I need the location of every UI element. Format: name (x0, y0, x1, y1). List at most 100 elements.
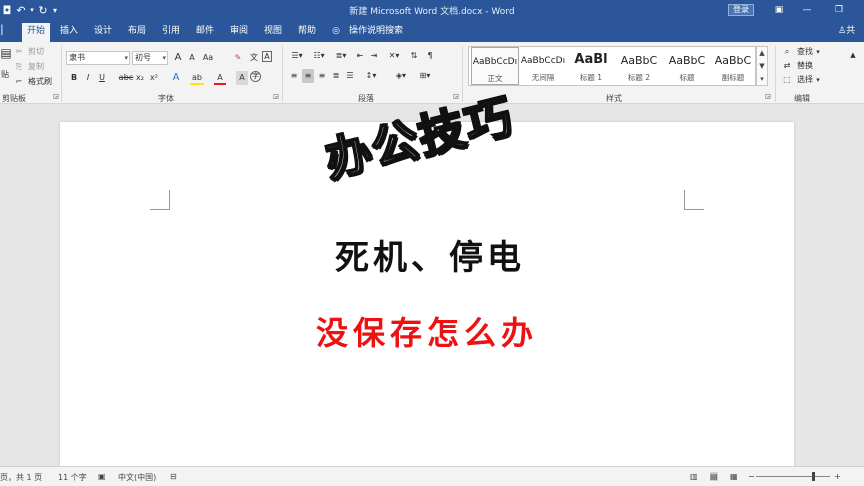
redo-icon[interactable]: ↻ (36, 4, 50, 17)
numbering-icon[interactable]: ☷▾ (310, 49, 328, 63)
undo-dropdown-icon[interactable]: ▾ (28, 6, 36, 14)
tab-help[interactable]: 帮助 (294, 23, 320, 42)
borders-icon[interactable]: ⊞▾ (416, 69, 434, 83)
restore-icon[interactable]: ❐ (830, 2, 848, 18)
document-line-1[interactable]: 死机、停电 (290, 230, 570, 279)
justify-icon[interactable]: ≣ (330, 69, 342, 83)
more-styles-icon[interactable]: ▾ (757, 73, 767, 86)
cut-icon[interactable]: ✂ (14, 45, 24, 59)
accessibility-icon[interactable]: ⊟ (170, 472, 177, 481)
font-color-button[interactable]: A (214, 71, 226, 85)
tab-view[interactable]: 视图 (260, 23, 286, 42)
zoom-slider-track[interactable] (756, 476, 830, 477)
paste-label[interactable]: 贴 (0, 68, 10, 82)
decrease-indent-icon[interactable]: ⇤ (354, 49, 366, 63)
bold-button[interactable]: B (68, 71, 80, 85)
copy-label[interactable]: 复制 (26, 60, 46, 74)
style-item[interactable]: AaBbC 标题 (663, 47, 711, 85)
proofing-icon[interactable]: ▣ (98, 472, 106, 481)
style-item[interactable]: AaBbC 标题 2 (615, 47, 663, 85)
ribbon-display-options-icon[interactable]: ▣ (770, 2, 788, 18)
char-border-button[interactable]: A (262, 51, 272, 62)
font-size-select[interactable]: 初号 ▾ (132, 51, 168, 65)
word-count[interactable]: 11 个字 (58, 472, 87, 483)
select-icon[interactable]: ⬚ (782, 73, 792, 87)
copy-icon[interactable]: ⎘ (14, 60, 24, 74)
paste-icon[interactable]: ▤ (0, 46, 12, 68)
tab-design[interactable]: 设计 (90, 23, 116, 42)
style-item[interactable]: AaBbC 副标题 (709, 47, 757, 85)
replace-icon[interactable]: ⇄ (782, 59, 792, 73)
tab-mailings[interactable]: 邮件 (192, 23, 218, 42)
sort-icon[interactable]: ⇅ (408, 49, 420, 63)
find-icon[interactable]: ⌕ (782, 45, 792, 59)
text-effects-button[interactable]: A (170, 71, 182, 85)
chinese-layout-icon[interactable]: ✕▾ (386, 49, 402, 63)
multilevel-list-icon[interactable]: ≣▾ (332, 49, 350, 63)
style-item[interactable]: AaBbCcDı 正文 (471, 47, 519, 85)
zoom-out-icon[interactable]: − (748, 472, 755, 481)
shrink-font-button[interactable]: A (186, 51, 198, 65)
zoom-slider-thumb[interactable] (812, 472, 815, 481)
language-indicator[interactable]: 中文(中国) (118, 472, 156, 483)
select-label[interactable]: 选择 (794, 73, 816, 87)
sign-in-button[interactable]: 登录 (728, 4, 754, 16)
chevron-down-icon[interactable]: ▼ (757, 60, 767, 73)
align-right-icon[interactable]: ≡ (316, 69, 328, 83)
format-painter-label[interactable]: 格式刷 (26, 75, 54, 89)
read-mode-icon[interactable]: ▥ (690, 472, 698, 481)
zoom-in-icon[interactable]: + (834, 472, 841, 481)
style-item[interactable]: AaBbCcDı 无间隔 (519, 47, 567, 85)
enclose-char-button[interactable]: 字 (250, 71, 261, 82)
change-case-button[interactable]: Aa (200, 51, 216, 65)
print-layout-icon[interactable]: ▤ (710, 472, 718, 481)
bullets-icon[interactable]: ☰▾ (288, 49, 306, 63)
clipboard-launcher-icon[interactable]: ◲ (52, 90, 60, 104)
phonetic-guide-button[interactable]: 文 (248, 51, 260, 65)
tab-insert[interactable]: 插入 (56, 23, 82, 42)
superscript-button[interactable]: x² (148, 71, 160, 85)
save-icon[interactable]: ◘ (0, 4, 14, 17)
tab-file[interactable]: ▏ (0, 23, 10, 42)
show-marks-icon[interactable]: ¶ (424, 49, 436, 63)
shading-icon[interactable]: ◈▾ (392, 69, 410, 83)
line-spacing-icon[interactable]: ↕▾ (362, 69, 380, 83)
style-item[interactable]: AaBl 标题 1 (567, 47, 615, 85)
highlight-button[interactable]: ab (190, 71, 204, 85)
tell-me-search[interactable]: 操作说明搜索 (346, 23, 406, 42)
format-painter-icon[interactable]: ⌐ (14, 75, 24, 89)
grow-font-button[interactable]: A (172, 51, 184, 65)
page-count[interactable]: 页，共 1 页 (0, 472, 42, 483)
select-dropdown-icon[interactable]: ▾ (814, 73, 822, 87)
customize-qat-icon[interactable]: ▾ (50, 6, 60, 15)
share-button[interactable]: ♙共 (838, 23, 855, 40)
align-left-icon[interactable]: ≡ (288, 69, 300, 83)
tab-review[interactable]: 审阅 (226, 23, 252, 42)
tab-home[interactable]: 开始 (22, 23, 50, 42)
undo-icon[interactable]: ↶ (14, 4, 28, 17)
document-page[interactable] (60, 122, 794, 466)
web-layout-icon[interactable]: ▦ (730, 472, 738, 481)
align-center-icon[interactable]: ≡ (302, 69, 314, 83)
find-dropdown-icon[interactable]: ▾ (814, 45, 822, 59)
collapse-ribbon-icon[interactable]: ▲ (848, 48, 858, 62)
tab-layout[interactable]: 布局 (124, 23, 150, 42)
document-line-2[interactable]: 没保存怎么办 (262, 308, 592, 354)
font-name-select[interactable]: 隶书 ▾ (66, 51, 130, 65)
increase-indent-icon[interactable]: ⇥ (368, 49, 380, 63)
cut-label[interactable]: 剪切 (26, 45, 46, 59)
clear-formatting-icon[interactable]: ✎ (232, 51, 244, 65)
font-launcher-icon[interactable]: ◲ (272, 90, 280, 104)
minimize-icon[interactable]: — (798, 2, 816, 18)
styles-launcher-icon[interactable]: ◲ (764, 90, 772, 104)
find-label[interactable]: 查找 (794, 45, 816, 59)
strikethrough-button[interactable]: abc (118, 71, 134, 85)
replace-label[interactable]: 替换 (794, 59, 816, 73)
chevron-up-icon[interactable]: ▲ (757, 47, 767, 60)
tab-references[interactable]: 引用 (158, 23, 184, 42)
distributed-icon[interactable]: ☰ (344, 69, 356, 83)
style-gallery-scroll[interactable]: ▲ ▼ ▾ (756, 46, 768, 86)
subscript-button[interactable]: x₂ (134, 71, 146, 85)
underline-button[interactable]: U (96, 71, 108, 85)
italic-button[interactable]: I (82, 71, 94, 85)
